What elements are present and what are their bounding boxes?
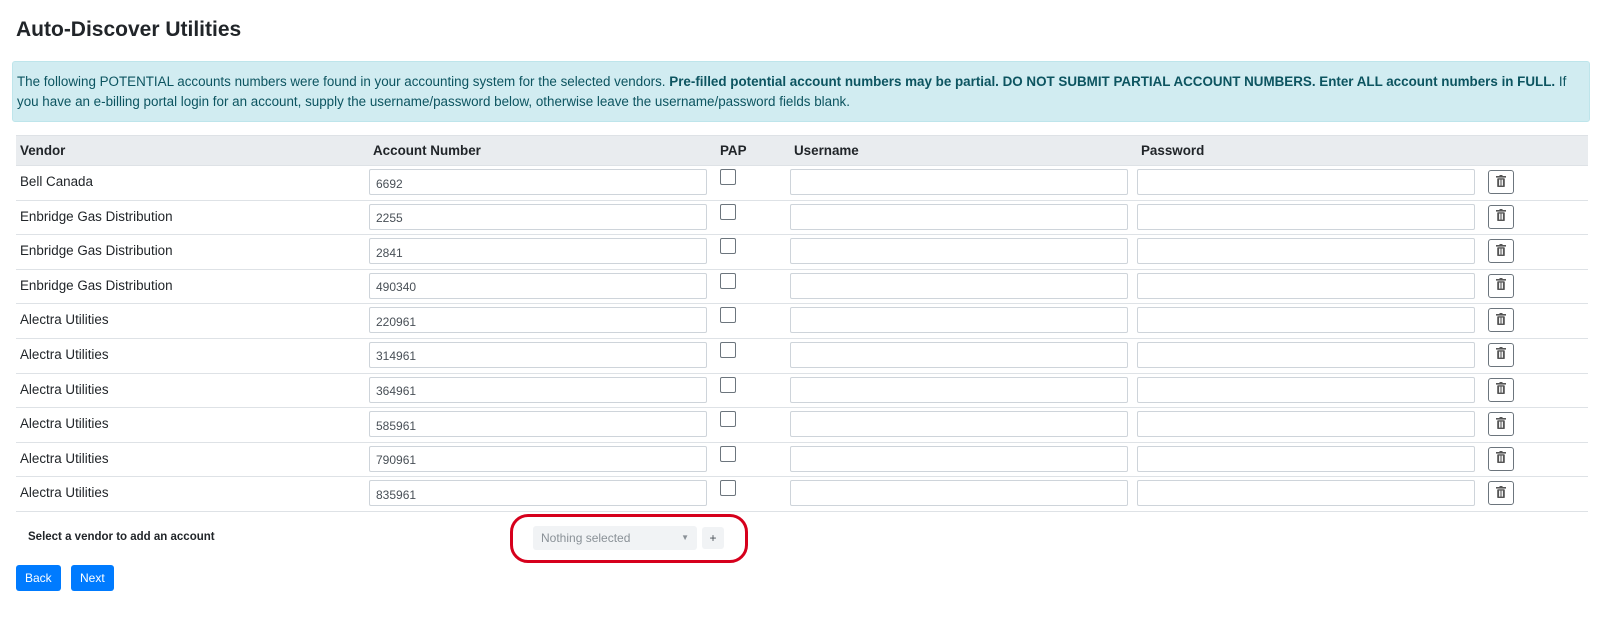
trash-icon xyxy=(1496,278,1506,293)
vendor-cell: Alectra Utilities xyxy=(20,416,109,432)
username-input[interactable] xyxy=(790,238,1128,265)
delete-row-button[interactable] xyxy=(1488,204,1514,229)
username-input[interactable] xyxy=(790,169,1128,195)
password-input[interactable] xyxy=(1137,411,1475,438)
alert-text-intro: The following POTENTIAL accounts numbers… xyxy=(17,74,666,89)
vendor-cell: Alectra Utilities xyxy=(20,312,109,328)
table-row: Alectra Utilities xyxy=(16,408,1588,443)
delete-row-button[interactable] xyxy=(1488,446,1514,471)
pap-checkbox[interactable] xyxy=(720,341,736,358)
table-row: Alectra Utilities xyxy=(16,373,1588,408)
vendor-cell: Enbridge Gas Distribution xyxy=(20,243,173,259)
password-input[interactable] xyxy=(1137,341,1475,368)
delete-row-button[interactable] xyxy=(1488,308,1514,333)
username-input[interactable] xyxy=(790,272,1128,299)
delete-row-button[interactable] xyxy=(1488,239,1514,264)
pap-checkbox[interactable] xyxy=(720,307,736,324)
alert-text-warning: Pre-filled potential account numbers may… xyxy=(669,74,1556,89)
password-input[interactable] xyxy=(1137,307,1475,334)
delete-row-button[interactable] xyxy=(1488,170,1514,194)
trash-icon xyxy=(1496,312,1506,328)
password-input[interactable] xyxy=(1137,445,1475,472)
pap-checkbox[interactable] xyxy=(720,480,736,497)
username-input[interactable] xyxy=(790,203,1128,230)
delete-row-button[interactable] xyxy=(1488,273,1514,298)
pap-checkbox[interactable] xyxy=(720,376,736,393)
page-title: Auto-Discover Utilities xyxy=(16,18,242,41)
col-header-pap: PAP xyxy=(716,135,790,166)
table-row: Alectra Utilities xyxy=(16,304,1588,339)
table-row: Alectra Utilities xyxy=(16,442,1588,477)
password-input[interactable] xyxy=(1137,238,1475,265)
vendor-select-value: Nothing selected xyxy=(541,531,631,545)
vendor-cell: Alectra Utilities xyxy=(20,346,109,362)
username-input[interactable] xyxy=(790,480,1128,507)
vendor-cell: Enbridge Gas Distribution xyxy=(20,277,173,293)
account-number-input[interactable] xyxy=(369,445,707,472)
password-input[interactable] xyxy=(1137,376,1475,403)
table-row: Bell Canada xyxy=(16,166,1588,201)
pap-checkbox[interactable] xyxy=(720,411,736,428)
col-header-password: Password xyxy=(1137,135,1482,166)
table-row: Alectra Utilities xyxy=(16,338,1588,374)
add-vendor-button[interactable]: + xyxy=(702,527,724,549)
table-row: Enbridge Gas Distribution xyxy=(16,235,1588,270)
account-number-input[interactable] xyxy=(369,238,707,265)
trash-icon xyxy=(1496,243,1506,259)
vendor-cell: Alectra Utilities xyxy=(20,485,109,501)
pap-checkbox[interactable] xyxy=(720,445,736,462)
table-row: Enbridge Gas Distribution xyxy=(16,200,1588,235)
account-number-input[interactable] xyxy=(369,307,707,334)
username-input[interactable] xyxy=(790,376,1128,403)
vendor-select[interactable]: Nothing selected ▼ xyxy=(533,526,697,550)
account-number-input[interactable] xyxy=(369,169,707,195)
pap-checkbox[interactable] xyxy=(720,272,736,289)
delete-row-button[interactable] xyxy=(1488,377,1514,402)
delete-row-button[interactable] xyxy=(1488,342,1514,367)
username-input[interactable] xyxy=(790,341,1128,368)
next-button[interactable]: Next xyxy=(71,565,114,591)
vendor-cell: Bell Canada xyxy=(20,174,93,189)
trash-icon xyxy=(1496,347,1506,362)
trash-icon xyxy=(1496,416,1506,432)
trash-icon xyxy=(1496,174,1506,190)
delete-row-button[interactable] xyxy=(1488,412,1514,437)
pap-checkbox[interactable] xyxy=(720,238,736,255)
vendor-cell: Alectra Utilities xyxy=(20,381,109,397)
table-row: Enbridge Gas Distribution xyxy=(16,269,1588,304)
account-number-input[interactable] xyxy=(369,341,707,368)
pap-checkbox[interactable] xyxy=(720,203,736,220)
account-number-input[interactable] xyxy=(369,480,707,507)
username-input[interactable] xyxy=(790,411,1128,438)
vendor-cell: Enbridge Gas Distribution xyxy=(20,208,173,224)
col-header-account-number: Account Number xyxy=(369,135,716,166)
username-input[interactable] xyxy=(790,307,1128,334)
table-row: Alectra Utilities xyxy=(16,477,1588,512)
table-header-row: Vendor Account Number PAP Username Passw… xyxy=(16,135,1588,166)
col-header-vendor: Vendor xyxy=(16,135,369,166)
pap-checkbox[interactable] xyxy=(720,169,736,185)
col-header-username: Username xyxy=(790,135,1137,166)
trash-icon xyxy=(1496,382,1506,397)
trash-icon xyxy=(1496,451,1506,466)
col-header-actions xyxy=(1482,135,1588,166)
vendor-cell: Alectra Utilities xyxy=(20,450,109,466)
password-input[interactable] xyxy=(1137,272,1475,299)
info-alert: The following POTENTIAL accounts numbers… xyxy=(12,61,1590,122)
username-input[interactable] xyxy=(790,445,1128,472)
account-number-input[interactable] xyxy=(369,203,707,230)
back-button[interactable]: Back xyxy=(16,565,61,591)
account-number-input[interactable] xyxy=(369,411,707,438)
add-account-label: Select a vendor to add an account xyxy=(28,531,215,543)
trash-icon xyxy=(1496,485,1506,501)
trash-icon xyxy=(1496,209,1506,224)
password-input[interactable] xyxy=(1137,169,1475,195)
account-number-input[interactable] xyxy=(369,376,707,403)
password-input[interactable] xyxy=(1137,203,1475,230)
caret-down-icon: ▼ xyxy=(681,533,689,542)
delete-row-button[interactable] xyxy=(1488,481,1514,506)
account-number-input[interactable] xyxy=(369,272,707,299)
password-input[interactable] xyxy=(1137,480,1475,507)
accounts-table: Vendor Account Number PAP Username Passw… xyxy=(16,135,1588,512)
